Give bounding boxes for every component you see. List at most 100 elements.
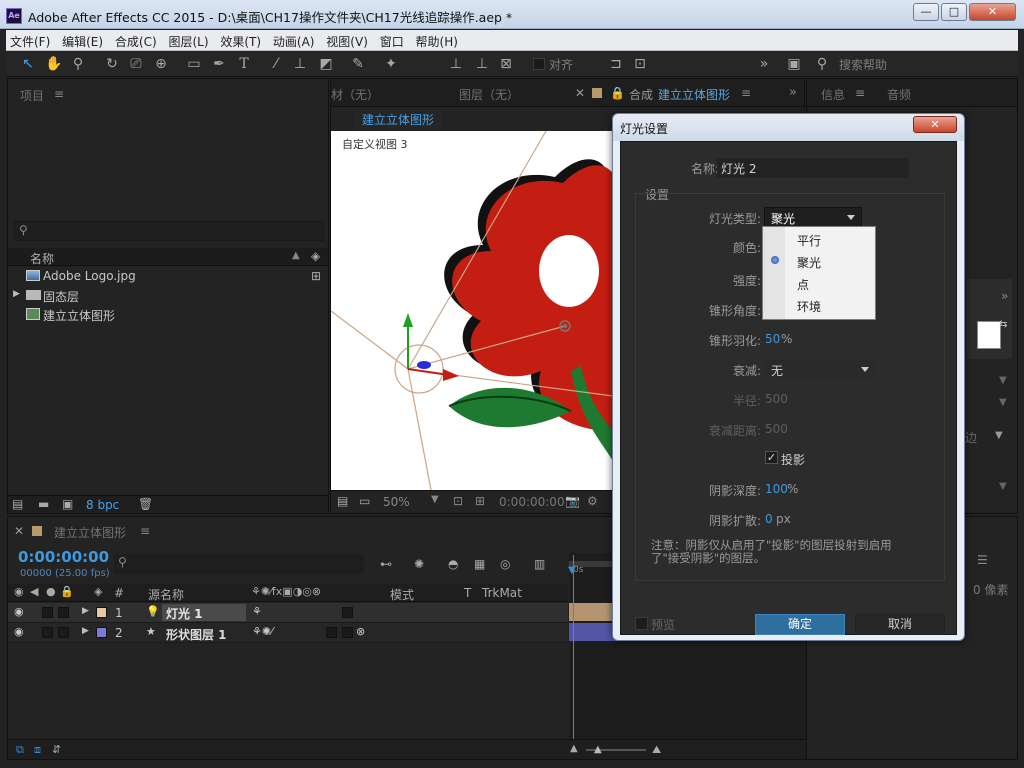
solo-icon[interactable]: ●	[46, 585, 56, 598]
3d-layer-switch[interactable]	[342, 607, 353, 618]
world-axis-icon[interactable]: ⊥	[472, 55, 492, 73]
option-spot[interactable]: 聚光	[797, 254, 821, 271]
chevron-down-icon[interactable]: ▼	[999, 375, 1007, 386]
close-tab-icon[interactable]: ✕	[14, 524, 24, 538]
list-item[interactable]: Adobe Logo.jpg ⊞	[8, 267, 328, 286]
search-help-icon[interactable]: ⚲	[812, 55, 832, 73]
expand-arrow-icon[interactable]: ▶	[82, 606, 89, 616]
clone-stamp-tool-icon[interactable]: ⊥	[290, 55, 310, 73]
menu-edit[interactable]: 编辑(E)	[58, 30, 107, 53]
monitor-icon[interactable]: ▭	[359, 494, 370, 508]
brush-tool-icon[interactable]: ⁄	[266, 55, 286, 73]
expand-panel-icon[interactable]: »	[789, 85, 797, 100]
trash-icon[interactable]: 🗑	[138, 497, 153, 511]
menu-file[interactable]: 文件(F)	[6, 30, 54, 53]
shy-switch-icon[interactable]: ⚘	[252, 605, 262, 618]
expand-panel-icon[interactable]: »	[1001, 289, 1008, 303]
composition-canvas[interactable]: 自定义视图 3	[331, 131, 613, 490]
transfer-controls-toggle-icon[interactable]: ⧈	[34, 743, 41, 757]
rotate-tool-icon[interactable]: ↻	[102, 55, 122, 73]
puppet-tool-icon[interactable]: ✦	[381, 55, 401, 73]
tab-project[interactable]: 项目	[20, 87, 44, 104]
tab-layer[interactable]: 图层（无）	[459, 86, 519, 103]
shadow-diffusion-value[interactable]: 0	[765, 512, 773, 526]
dialog-close-button[interactable]: ✕	[913, 116, 957, 133]
table-row[interactable]: ◉ ▶ 1 💡 灯光 1 ⚘	[8, 603, 568, 623]
close-window-button[interactable]: ✕	[969, 3, 1016, 21]
layer-label-color[interactable]	[96, 607, 107, 618]
panel-menu-icon[interactable]: ≡	[54, 87, 64, 101]
comp-breadcrumb[interactable]: 建立立体图形	[354, 110, 443, 129]
text-tool-icon[interactable]: T	[234, 55, 254, 73]
roto-brush-tool-icon[interactable]: ✎	[348, 55, 368, 73]
zoom-chevron-down-icon[interactable]: ▼	[431, 494, 439, 505]
viewer-time[interactable]: 0:00:00:00	[499, 495, 565, 509]
snap-grid-icon[interactable]: ⊡	[630, 55, 650, 73]
adjustment-switch[interactable]	[342, 627, 353, 638]
close-tab-icon[interactable]: ✕	[575, 86, 585, 100]
preview-checkbox[interactable]	[635, 617, 648, 630]
bpc-button[interactable]: 8 bpc	[86, 498, 119, 512]
lock-switch[interactable]	[58, 627, 69, 638]
switches-icon[interactable]: ⚘✺⁄	[252, 625, 273, 638]
table-row[interactable]: ◉ ▶ 2 ★ 形状图层 1 ⚘✺⁄ ⊗	[8, 623, 568, 643]
project-search-input[interactable]: ⚲	[14, 221, 324, 241]
name-field[interactable]: 灯光 2	[717, 158, 909, 178]
minimize-button[interactable]: —	[913, 3, 939, 21]
expand-arrow-icon[interactable]: ▶	[82, 626, 89, 636]
in-out-toggle-icon[interactable]: ⇵	[52, 743, 61, 756]
visibility-eye-icon[interactable]: ◉	[14, 605, 24, 618]
list-item[interactable]: 建立立体图形	[8, 305, 328, 324]
cone-feather-value[interactable]: 50	[765, 332, 780, 346]
pan-behind-tool-icon[interactable]: ⊕	[151, 55, 171, 73]
view-axis-icon[interactable]: ⊠	[496, 55, 516, 73]
video-visibility-icon[interactable]: ◉	[14, 585, 24, 598]
cast-shadows-checkbox[interactable]: ✓	[765, 451, 778, 464]
chevron-down-icon[interactable]: ▼	[999, 397, 1007, 408]
timecode-display[interactable]: 0:00:00:00	[18, 548, 109, 566]
region-of-interest-icon[interactable]: ⊡	[453, 494, 463, 508]
lock-switch[interactable]	[58, 607, 69, 618]
list-icon[interactable]: ☰	[977, 553, 988, 567]
menu-effect[interactable]: 效果(T)	[216, 30, 265, 53]
swap-colors-icon[interactable]: ⇆	[999, 319, 1007, 330]
snap-checkbox[interactable]	[533, 58, 545, 70]
zoom-tool-icon[interactable]: ⚲	[68, 55, 88, 73]
selection-tool-icon[interactable]: ↖	[18, 55, 38, 73]
column-name-header[interactable]: 名称	[30, 250, 54, 267]
chevron-down-icon[interactable]: ▼	[999, 481, 1007, 492]
menu-window[interactable]: 窗口	[376, 30, 408, 53]
shy-layers-icon[interactable]: ◓	[448, 557, 458, 571]
zoom-dropdown[interactable]: 50%	[383, 495, 410, 509]
visibility-eye-icon[interactable]: ◉	[14, 625, 24, 638]
maximize-button[interactable]: □	[941, 3, 967, 21]
color-channel-icon[interactable]: ⚙	[587, 494, 598, 508]
rectangle-tool-icon[interactable]: ▭	[184, 55, 204, 73]
layer-bar-1[interactable]	[569, 603, 617, 621]
zoom-slider-handle[interactable]: ▲	[594, 744, 602, 755]
workspace-icon[interactable]: ▣	[784, 55, 804, 73]
expand-panel-icon[interactable]: »	[754, 55, 774, 73]
snapshot-camera-icon[interactable]: 📷	[565, 494, 580, 508]
option-ambient[interactable]: 环境	[797, 298, 821, 315]
pen-tool-icon[interactable]: ✒	[209, 55, 229, 73]
layer-name[interactable]: 形状图层 1	[166, 626, 227, 643]
light-type-dropdown[interactable]: 聚光	[764, 207, 862, 227]
audio-icon[interactable]: ◀	[30, 585, 38, 598]
falloff-dropdown[interactable]: 无	[764, 359, 876, 379]
layer-name-field[interactable]: 灯光 1	[162, 604, 246, 621]
switches-header-icon[interactable]: ⚘✺⁄fx▣◑◎⊗	[251, 585, 321, 598]
zoom-out-icon[interactable]: ▲	[570, 743, 578, 754]
color-swatch[interactable]	[977, 321, 1001, 349]
snap-option-icon[interactable]: ⊐	[606, 55, 626, 73]
panel-menu-icon[interactable]: ≡	[855, 86, 865, 100]
tab-audio[interactable]: 音频	[887, 86, 911, 103]
label-tag-icon[interactable]: ◈	[94, 585, 102, 598]
new-composition-icon[interactable]: ▣	[62, 497, 73, 511]
option-point[interactable]: 点	[797, 276, 809, 293]
zoom-in-icon[interactable]: ⛰	[652, 743, 661, 757]
motion-blur-switch[interactable]	[326, 627, 337, 638]
list-item[interactable]: ▶ 固态层	[8, 286, 328, 305]
motion-blur-icon[interactable]: ◎	[500, 557, 510, 571]
lock-icon[interactable]: 🔒	[610, 86, 625, 100]
